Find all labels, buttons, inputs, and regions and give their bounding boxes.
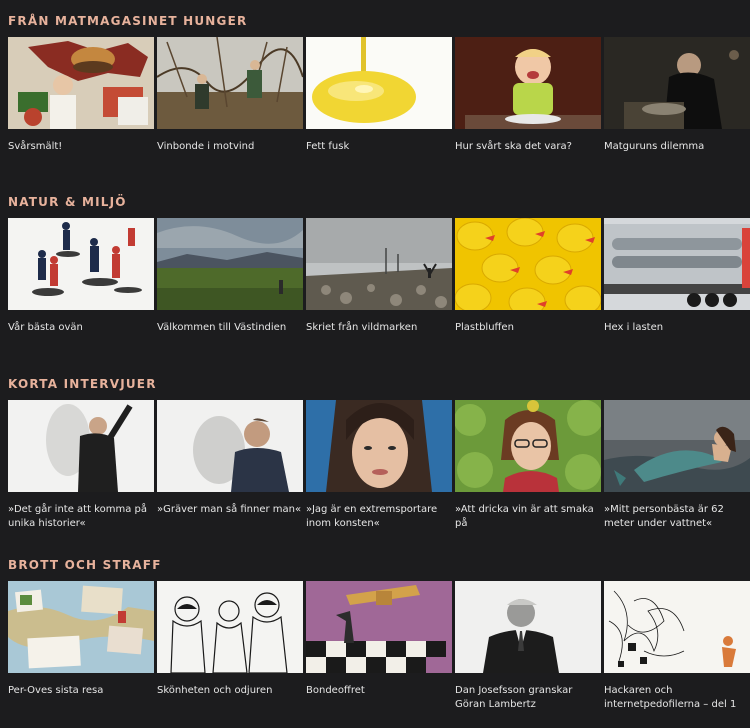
article-caption[interactable]: Svårsmält!	[8, 140, 158, 154]
article-image[interactable]	[306, 218, 452, 310]
article-image[interactable]	[157, 218, 303, 310]
article-caption[interactable]: »Gräver man så finner man«	[157, 503, 307, 517]
article-caption[interactable]: Fett fusk	[306, 140, 456, 154]
article-image[interactable]	[455, 400, 601, 492]
article-caption[interactable]: Matguruns dilemma	[604, 140, 750, 154]
article-image[interactable]	[604, 218, 750, 310]
article-caption[interactable]: »Jag är en extremsportare inom konsten«	[306, 503, 456, 530]
article-image[interactable]	[8, 218, 154, 310]
article-image[interactable]	[306, 581, 452, 673]
article-image[interactable]	[8, 400, 154, 492]
article-caption[interactable]: »Att dricka vin är att smaka på	[455, 503, 605, 530]
section-title[interactable]: NATUR & MILJÖ	[8, 195, 127, 209]
article-caption[interactable]: Plastbluffen	[455, 321, 605, 335]
article-caption[interactable]: Vinbonde i motvind	[157, 140, 307, 154]
article-caption[interactable]: Hackaren och internetpedofilerna – del 1	[604, 684, 750, 711]
article-image[interactable]	[157, 37, 303, 129]
article-caption[interactable]: »Mitt personbästa är 62 meter under vatt…	[604, 503, 750, 530]
article-image[interactable]	[455, 218, 601, 310]
article-caption[interactable]: Per-Oves sista resa	[8, 684, 158, 698]
section-title[interactable]: FRÅN MATMAGASINET HUNGER	[8, 14, 247, 28]
article-image[interactable]	[455, 37, 601, 129]
section-title[interactable]: BROTT OCH STRAFF	[8, 558, 162, 572]
article-image[interactable]	[455, 581, 601, 673]
article-image[interactable]	[157, 400, 303, 492]
article-image[interactable]	[306, 400, 452, 492]
article-caption[interactable]: Bondeoffret	[306, 684, 456, 698]
article-image[interactable]	[604, 37, 750, 129]
article-caption[interactable]: »Det går inte att komma på unika histori…	[8, 503, 158, 530]
article-image[interactable]	[8, 37, 154, 129]
article-image[interactable]	[604, 581, 750, 673]
article-image[interactable]	[306, 37, 452, 129]
article-caption[interactable]: Välkommen till Västindien	[157, 321, 307, 335]
article-caption[interactable]: Hur svårt ska det vara?	[455, 140, 605, 154]
article-caption[interactable]: Hex i lasten	[604, 321, 750, 335]
article-image[interactable]	[8, 581, 154, 673]
article-caption[interactable]: Vår bästa ovän	[8, 321, 158, 335]
article-image[interactable]	[157, 581, 303, 673]
article-caption[interactable]: Skönheten och odjuren	[157, 684, 307, 698]
article-caption[interactable]: Skriet från vildmarken	[306, 321, 456, 335]
article-caption[interactable]: Dan Josefsson granskar Göran Lambertz	[455, 684, 605, 711]
article-image[interactable]	[604, 400, 750, 492]
section-title[interactable]: KORTA INTERVJUER	[8, 377, 157, 391]
